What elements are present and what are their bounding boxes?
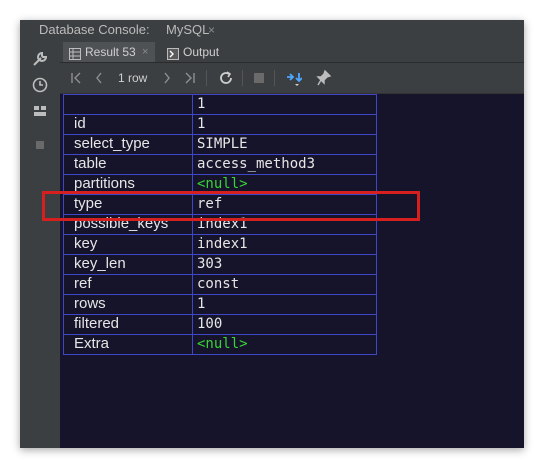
title-bar: Database Console: MySQL × [20, 20, 524, 40]
row-key[interactable]: select_type [63, 134, 193, 155]
row-key[interactable]: possible_keys [63, 214, 193, 235]
database-console-window: Database Console: MySQL × Result 53 × Ou… [20, 20, 524, 448]
row-key[interactable]: Extra [63, 334, 193, 355]
close-tab-icon[interactable]: × [142, 42, 148, 62]
toolbar-separator [274, 70, 275, 86]
tab-output[interactable]: Output [161, 42, 223, 62]
grid-corner-cell [63, 94, 193, 115]
row-value[interactable]: 1 [192, 114, 377, 135]
next-page-icon[interactable] [162, 69, 172, 87]
prev-page-icon[interactable] [94, 69, 104, 87]
window-title: Database Console: [39, 22, 150, 37]
pin-icon[interactable] [316, 69, 332, 87]
last-page-icon[interactable] [184, 69, 196, 87]
row-key[interactable]: filtered [63, 314, 193, 335]
row-value[interactable]: 1 [192, 294, 377, 315]
row-value[interactable]: 100 [192, 314, 377, 335]
tab-output-label: Output [183, 45, 220, 59]
refresh-icon[interactable] [218, 69, 234, 87]
row-key[interactable]: partitions [63, 174, 193, 195]
output-icon [167, 46, 179, 60]
row-value-null[interactable]: <null> [192, 174, 377, 195]
row-value[interactable]: index1 [192, 214, 377, 235]
result-toolbar: 1 row [60, 63, 524, 94]
column-header[interactable]: 1 [192, 94, 377, 115]
console-name-tab[interactable]: MySQL [166, 20, 209, 40]
row-key[interactable]: table [63, 154, 193, 175]
transpose-icon[interactable] [284, 69, 303, 87]
row-count: 1 row [118, 71, 148, 85]
row-key[interactable]: rows [63, 294, 193, 315]
row-value-null[interactable]: <null> [192, 334, 377, 355]
stop-icon[interactable] [252, 69, 266, 87]
row-key[interactable]: ref [63, 274, 193, 295]
row-key[interactable]: key_len [63, 254, 193, 275]
row-value[interactable]: index1 [192, 234, 377, 255]
toolbar-separator [206, 70, 207, 86]
row-key[interactable]: type [63, 194, 193, 215]
tab-result-53[interactable]: Result 53 × [63, 42, 155, 62]
row-value[interactable]: 303 [192, 254, 377, 275]
clock-icon[interactable] [31, 76, 49, 94]
row-value[interactable]: const [192, 274, 377, 295]
row-value[interactable]: SIMPLE [192, 134, 377, 155]
layout-icon[interactable] [31, 102, 49, 120]
table-icon [69, 46, 81, 60]
tab-result-label: Result 53 [85, 45, 136, 59]
wrench-icon[interactable] [31, 50, 49, 68]
close-console-icon[interactable]: × [208, 20, 215, 40]
toolbar-separator [242, 70, 243, 86]
row-value[interactable]: ref [192, 194, 377, 215]
row-key[interactable]: id [63, 114, 193, 135]
square-icon[interactable] [31, 136, 49, 154]
left-tool-strip [20, 40, 61, 448]
row-value[interactable]: access_method3 [192, 154, 377, 175]
first-page-icon[interactable] [70, 69, 82, 87]
result-tab-bar: Result 53 × Output [60, 40, 524, 63]
row-key[interactable]: key [63, 234, 193, 255]
result-grid-area: 1 id 1 select_type SIMPLE table access_m… [60, 94, 524, 448]
